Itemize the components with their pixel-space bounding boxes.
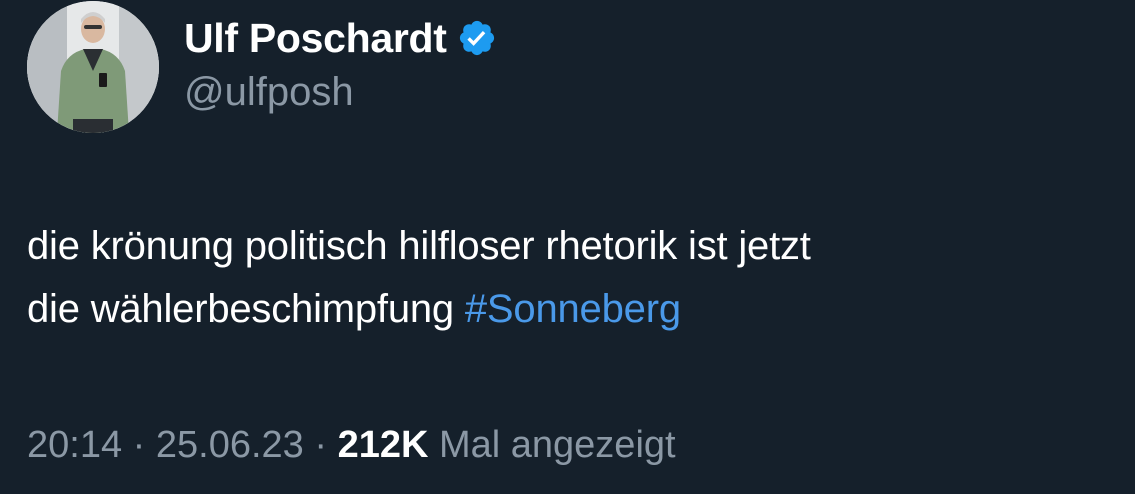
meta-separator: · [132, 424, 146, 466]
tweet-text: die krönung politisch hilfloser rhetorik… [27, 215, 1117, 341]
tweet-text-line-2-prefix: die wählerbeschimpfung [27, 287, 465, 331]
author-display-name[interactable]: Ulf Poschardt [184, 14, 497, 62]
tweet-text-line-1: die krönung politisch hilfloser rhetorik… [27, 224, 811, 268]
views-count[interactable]: 212K [338, 424, 429, 466]
author-display-name-text: Ulf Poschardt [184, 15, 447, 61]
author-avatar[interactable] [27, 1, 159, 133]
views-label: Mal angezeigt [438, 424, 676, 466]
tweet-meta: 20:14 · 25.06.23 · 212K Mal angezeigt [27, 420, 676, 470]
author-handle[interactable]: @ulfposh [184, 68, 354, 116]
hashtag-link[interactable]: #Sonneberg [465, 287, 681, 331]
tweet-text-line-2: die wählerbeschimpfung #Sonneberg [27, 278, 1117, 341]
tweet-card: Ulf Poschardt @ulfposh die krönung polit… [0, 0, 1135, 494]
verified-badge-icon[interactable] [457, 18, 497, 58]
tweet-date[interactable]: 25.06.23 [156, 424, 304, 466]
avatar-photo-icon [27, 1, 159, 133]
meta-separator: · [314, 424, 328, 466]
tweet-time[interactable]: 20:14 [27, 424, 122, 466]
